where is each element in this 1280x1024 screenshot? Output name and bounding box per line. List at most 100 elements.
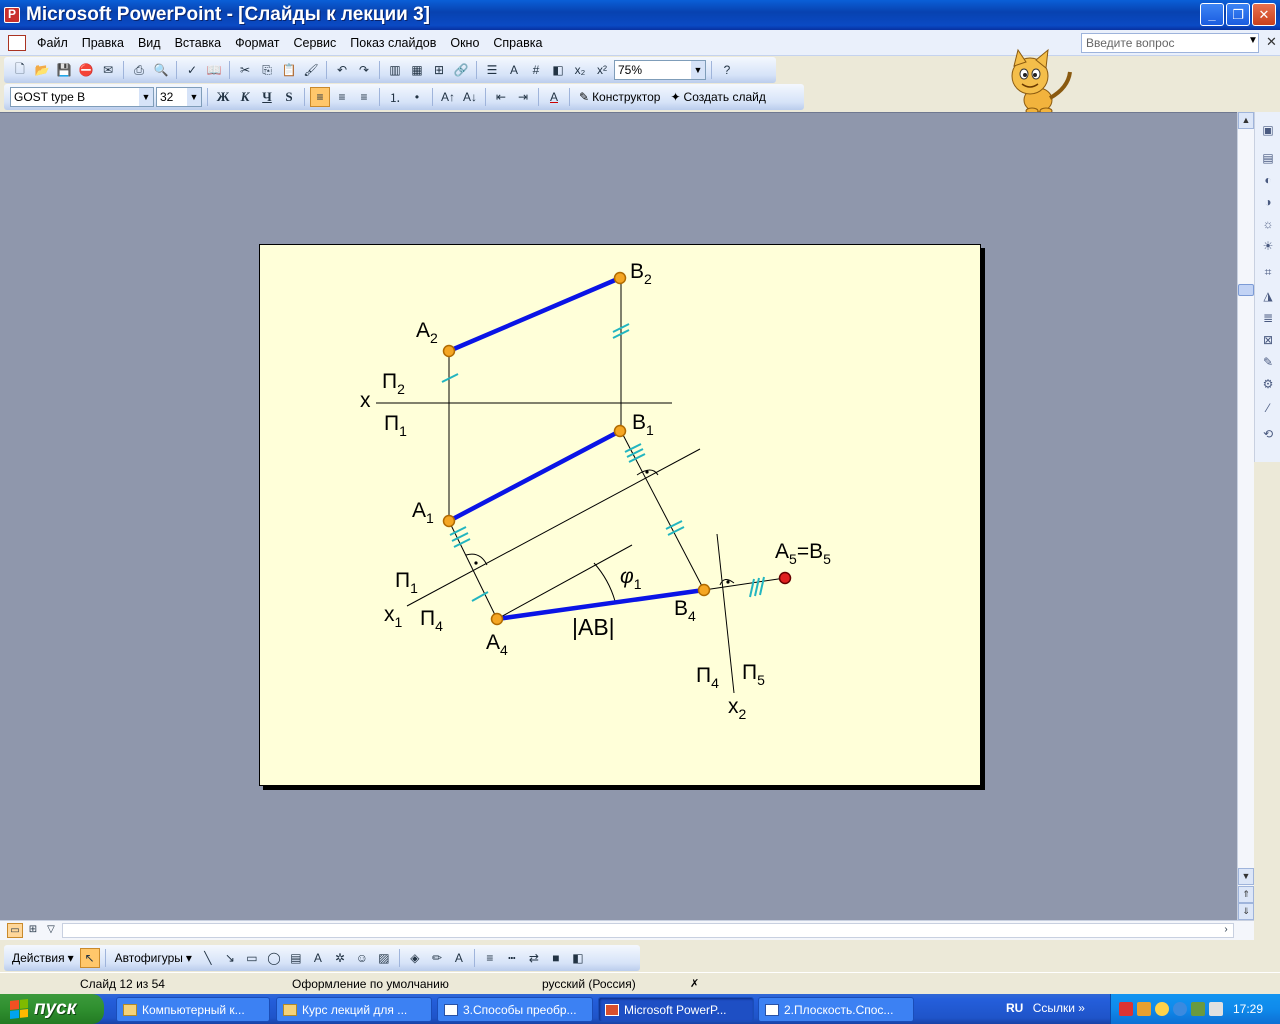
clipart-icon[interactable]: ☺ — [352, 948, 372, 968]
insert-chart-icon[interactable]: ▥ — [385, 60, 405, 80]
layout-icon[interactable]: ▤ — [1260, 150, 1276, 166]
open-icon[interactable]: 📂 — [32, 60, 52, 80]
document-close-icon[interactable]: ✕ — [1266, 34, 1277, 50]
clock[interactable]: 17:29 — [1233, 1002, 1263, 1016]
actions-menu[interactable]: Действия ▾ — [8, 951, 78, 965]
task-button[interactable]: Microsoft PowerP... — [598, 997, 754, 1022]
network-icon[interactable] — [1173, 1002, 1187, 1016]
menu-edit[interactable]: Правка — [75, 34, 131, 52]
align-right-icon[interactable]: ≡ — [354, 87, 374, 107]
tray-app2-icon[interactable] — [1191, 1002, 1205, 1016]
links-chevron-icon[interactable]: » — [1078, 1001, 1085, 1015]
increase-indent-icon[interactable]: ⇥ — [513, 87, 533, 107]
office-assistant-cat-icon[interactable] — [990, 48, 1076, 114]
format-painter-icon[interactable]: 🖌 — [301, 60, 321, 80]
decrease-indent-icon[interactable]: ⇤ — [491, 87, 511, 107]
menu-file[interactable]: Файл — [30, 34, 75, 52]
scroll-down-icon[interactable]: ▼ — [1238, 868, 1254, 885]
color-grayscale-icon[interactable]: ◧ — [548, 60, 568, 80]
menu-format[interactable]: Формат — [228, 34, 286, 52]
vertical-scrollbar[interactable]: ▲ ▼ ⇑ ⇓ — [1237, 112, 1254, 920]
permission-icon[interactable]: ⛔ — [76, 60, 96, 80]
font-size-combo[interactable]: 32 ▼ — [156, 87, 202, 107]
insert-hyperlink-icon[interactable]: 🔗 — [451, 60, 471, 80]
new-icon[interactable]: 🗋 — [10, 60, 30, 80]
oval-icon[interactable]: ◯ — [264, 948, 284, 968]
research-icon[interactable]: 📖 — [204, 60, 224, 80]
maximize-button[interactable]: ❐ — [1226, 3, 1250, 26]
menu-insert[interactable]: Вставка — [168, 34, 228, 52]
menu-window[interactable]: Окно — [443, 34, 486, 52]
increase-font-icon[interactable]: A↑ — [438, 87, 458, 107]
wordart-icon[interactable]: A — [308, 948, 328, 968]
subscript-icon[interactable]: x₂ — [570, 60, 590, 80]
underline-button[interactable]: Ч — [257, 87, 277, 107]
numbering-icon[interactable]: ⒈ — [385, 87, 405, 107]
align-left-icon[interactable]: ≡ — [310, 87, 330, 107]
start-button[interactable]: пуск — [0, 994, 104, 1024]
show-grid-icon[interactable]: # — [526, 60, 546, 80]
redo-icon[interactable]: ↷ — [354, 60, 374, 80]
task-button[interactable]: 3.Способы преобр... — [437, 997, 593, 1022]
format-picture-icon[interactable]: ⚙ — [1260, 376, 1276, 392]
fill-color-icon[interactable]: ◈ — [405, 948, 425, 968]
select-objects-icon[interactable]: ↖ — [79, 948, 100, 968]
links-toolbar[interactable]: RU Ссылки » — [1006, 1001, 1085, 1015]
font-dropdown-icon[interactable]: ▼ — [139, 88, 153, 106]
arrow-icon[interactable]: ↘ — [220, 948, 240, 968]
zoom-dropdown-icon[interactable]: ▼ — [691, 61, 705, 79]
normal-view-icon[interactable]: ▭ — [7, 923, 23, 938]
shadow-style-icon[interactable]: ■ — [546, 948, 566, 968]
task-button[interactable]: 2.Плоскость.Спос... — [758, 997, 914, 1022]
line-color-icon[interactable]: ✏ — [427, 948, 447, 968]
recolor-icon[interactable]: ✎ — [1260, 354, 1276, 370]
transparent-color-icon[interactable]: ⁄ — [1260, 400, 1276, 416]
line-icon[interactable]: ╲ — [198, 948, 218, 968]
volume-icon[interactable] — [1209, 1002, 1223, 1016]
line-style-draw-icon[interactable]: ≡ — [480, 948, 500, 968]
menu-view[interactable]: Вид — [131, 34, 168, 52]
picture-icon[interactable]: ▣ — [1260, 122, 1276, 138]
bold-button[interactable]: Ж — [213, 87, 233, 107]
contrast-icon[interactable]: ◐ — [1260, 172, 1276, 188]
slideshow-view-icon[interactable]: ▽ — [43, 923, 59, 938]
copy-icon[interactable]: ⎘ — [257, 60, 277, 80]
document-menu-icon[interactable] — [8, 34, 26, 51]
rectangle-icon[interactable]: ▭ — [242, 948, 262, 968]
decrease-font-icon[interactable]: A↓ — [460, 87, 480, 107]
insert-picture-icon[interactable]: ▨ — [374, 948, 394, 968]
menu-help[interactable]: Справка — [486, 34, 549, 52]
tables-borders-icon[interactable]: ⊞ — [429, 60, 449, 80]
tray-app-icon[interactable] — [1137, 1002, 1151, 1016]
expand-all-icon[interactable]: ☰ — [482, 60, 502, 80]
bullets-icon[interactable]: • — [407, 87, 427, 107]
print-icon[interactable]: ⎙ — [129, 60, 149, 80]
menu-slideshow[interactable]: Показ слайдов — [343, 34, 443, 52]
arrow-style-icon[interactable]: ⇄ — [524, 948, 544, 968]
italic-button[interactable]: К — [235, 87, 255, 107]
superscript-icon[interactable]: x² — [592, 60, 612, 80]
menu-tools[interactable]: Сервис — [286, 34, 343, 52]
dash-style-icon[interactable]: ┅ — [502, 948, 522, 968]
font-color-draw-icon[interactable]: A — [449, 948, 469, 968]
save-icon[interactable]: 💾 — [54, 60, 74, 80]
brightness-down-icon[interactable]: ☀ — [1260, 238, 1276, 254]
line-style-icon[interactable]: ≣ — [1260, 310, 1276, 326]
help-question-input[interactable]: Введите вопрос — [1081, 33, 1259, 53]
3d-style-icon[interactable]: ◧ — [568, 948, 588, 968]
task-button[interactable]: Компьютерный к... — [116, 997, 270, 1022]
paste-icon[interactable]: 📋 — [279, 60, 299, 80]
language-indicator[interactable]: RU — [1006, 1001, 1023, 1015]
font-size-dropdown-icon[interactable]: ▼ — [187, 88, 201, 106]
compress-icon[interactable]: ⊠ — [1260, 332, 1276, 348]
horizontal-scrollbar[interactable] — [62, 923, 1234, 938]
previous-slide-icon[interactable]: ⇑ — [1238, 886, 1254, 903]
messenger-icon[interactable] — [1155, 1002, 1169, 1016]
scroll-thumb[interactable] — [1238, 284, 1254, 296]
align-center-icon[interactable]: ≡ — [332, 87, 352, 107]
new-slide-button[interactable]: ✦ Создать слайд — [666, 90, 769, 104]
slide-canvas[interactable]: B2 A2 П2 x П1 B1 A1 П1 x1 П4 A4 |AB| φ1 … — [259, 244, 981, 786]
antivirus-icon[interactable] — [1119, 1002, 1133, 1016]
font-combo[interactable]: GOST type B ▼ — [10, 87, 154, 107]
insert-table-icon[interactable]: ▦ — [407, 60, 427, 80]
